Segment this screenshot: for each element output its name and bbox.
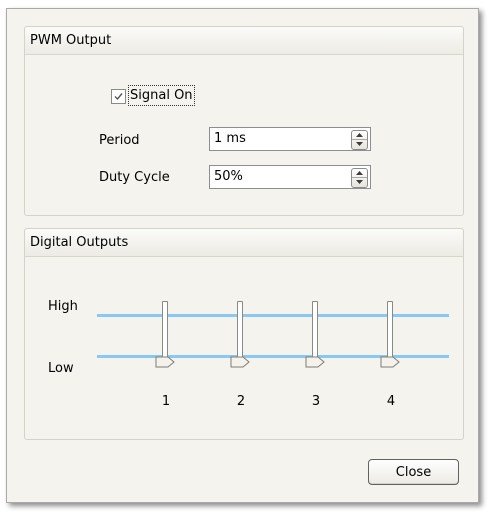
pwm-output-group: PWM Output Signal On Period 1 ms Duty Cy… (24, 26, 464, 216)
duty-cycle-value[interactable]: 50% (214, 169, 243, 184)
period-label: Period (99, 133, 140, 148)
output-4-slider-thumb-icon[interactable] (380, 356, 400, 368)
duty-spin-buttons (351, 168, 368, 188)
output-3-label: 3 (311, 394, 321, 409)
duty-cycle-increment-button[interactable] (352, 169, 367, 178)
period-spin-buttons (351, 130, 368, 150)
period-decrement-button[interactable] (352, 140, 367, 149)
triangle-down-icon (356, 180, 363, 184)
output-2-slider-track (237, 301, 243, 363)
pwm-output-title: PWM Output (30, 33, 112, 48)
output-4-slider-track (387, 301, 393, 363)
duty-cycle-label: Duty Cycle (99, 170, 170, 185)
duty-cycle-decrement-button[interactable] (352, 178, 367, 187)
triangle-up-icon (356, 133, 363, 137)
pwm-output-header: PWM Output (25, 27, 463, 55)
output-1-slider[interactable] (154, 301, 178, 373)
low-level-label: Low (48, 361, 74, 376)
signal-on-checkbox[interactable] (111, 89, 126, 104)
digital-outputs-title: Digital Outputs (30, 235, 129, 250)
check-mark-icon (114, 93, 123, 101)
digital-outputs-header: Digital Outputs (25, 229, 463, 257)
period-spinbox[interactable]: 1 ms (209, 127, 371, 151)
pwm-dialog: PWM Output Signal On Period 1 ms Duty Cy… (6, 8, 479, 503)
close-button[interactable]: Close (368, 459, 459, 485)
output-1-slider-track (162, 301, 168, 363)
output-4-label: 4 (386, 394, 396, 409)
output-1-label: 1 (161, 394, 171, 409)
output-4-slider[interactable] (379, 301, 403, 373)
digital-outputs-group: Digital Outputs High Low 1 2 3 4 (24, 228, 464, 440)
output-2-slider[interactable] (229, 301, 253, 373)
output-3-slider-thumb-icon[interactable] (305, 356, 325, 368)
duty-cycle-spinbox[interactable]: 50% (209, 165, 371, 189)
output-2-slider-thumb-icon[interactable] (230, 356, 250, 368)
period-value[interactable]: 1 ms (214, 131, 246, 146)
signal-on-label[interactable]: Signal On (128, 85, 195, 106)
period-increment-button[interactable] (352, 131, 367, 140)
triangle-up-icon (356, 171, 363, 175)
triangle-down-icon (356, 142, 363, 146)
high-level-label: High (48, 299, 78, 314)
output-1-slider-thumb-icon[interactable] (155, 356, 175, 368)
output-3-slider[interactable] (304, 301, 328, 373)
output-3-slider-track (312, 301, 318, 363)
output-2-label: 2 (236, 394, 246, 409)
